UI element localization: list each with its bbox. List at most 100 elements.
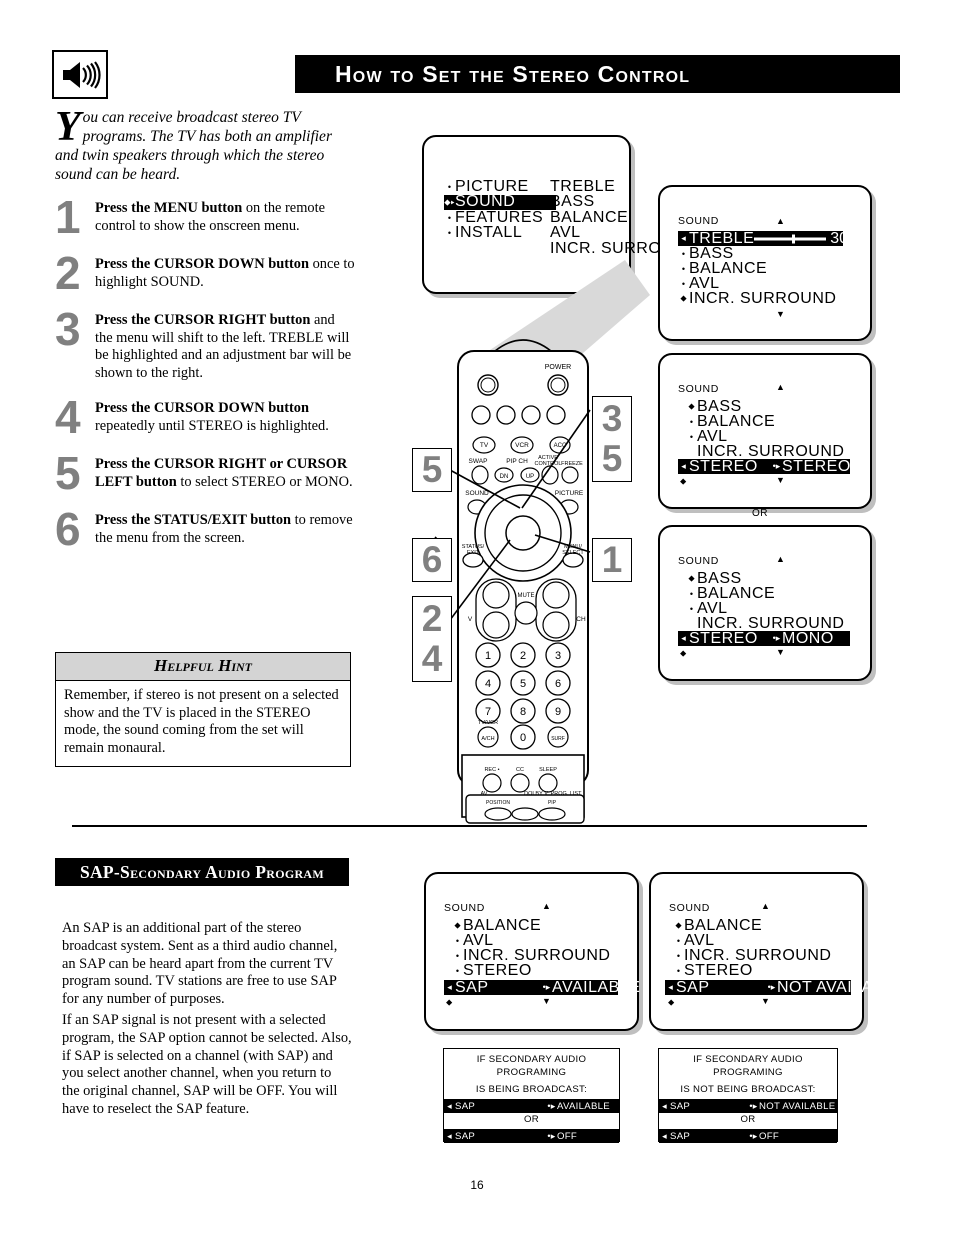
- remote-label-tv-vcr: TV/VCR: [478, 720, 498, 726]
- osd-screen-title: SOUND: [678, 383, 719, 395]
- note-row-off[interactable]: ◂ SAP •▸ OFF: [444, 1129, 619, 1143]
- callout-number: 6: [421, 539, 443, 580]
- note-line-1: IF SECONDARY AUDIO PROGRAMING: [693, 1054, 803, 1078]
- note-or-label: OR: [524, 1114, 539, 1125]
- steps-list: 1 Press the MENU button on the remote co…: [55, 194, 355, 564]
- osd-screen-title: SOUND: [669, 902, 710, 914]
- section-divider: [72, 825, 867, 827]
- osd-item[interactable]: • FEATURES: [444, 209, 556, 226]
- osd-item[interactable]: ⬥ INCR. SURROUND: [678, 289, 860, 307]
- note-row-off[interactable]: ◂ SAP •▸ OFF: [659, 1129, 837, 1143]
- bullet-icon: ⬥: [668, 997, 675, 1007]
- note-line-2: IS NOT BEING BROADCAST:: [680, 1084, 816, 1095]
- osd-treble-screen: SOUND ▲ ◂ TREBLE 30 • BASS • BALANCE • A…: [658, 185, 872, 341]
- remote-key-0: 0: [520, 732, 526, 744]
- intro-dropcap: Y: [55, 104, 81, 150]
- bullet-icon: ⬥: [688, 573, 695, 583]
- bullet-icon: •: [676, 935, 681, 946]
- osd-item-highlighted[interactable]: ◂ SAP •▸ NOT AVAILABL: [665, 978, 894, 996]
- step-body: Press the CURSOR RIGHT button and the me…: [95, 308, 355, 382]
- remote-label-a-ch: A/CH: [481, 736, 494, 742]
- callout-1: 1: [592, 538, 632, 582]
- osd-screen-title: SOUND: [444, 902, 485, 914]
- osd-item-highlighted[interactable]: ◂ STEREO •▸ STEREO: [678, 457, 851, 475]
- bullet-icon: •: [676, 950, 681, 961]
- remote-key-7: 7: [485, 706, 491, 718]
- step-number: 2: [55, 247, 81, 299]
- left-arrow-icon: ◂: [681, 633, 686, 643]
- osd-screen-title: SOUND: [678, 555, 719, 567]
- callout-number: 2: [421, 598, 443, 639]
- osd-item-label: SAP: [455, 978, 489, 996]
- note-row-not-available[interactable]: ◂ SAP •▸ NOT AVAILABLE: [659, 1099, 837, 1113]
- step-bold: Press the MENU button: [95, 200, 243, 216]
- note-line-2: IS BEING BROADCAST:: [475, 1084, 588, 1095]
- right-arrow-icon: •▸: [547, 1100, 556, 1111]
- callout-number: 4: [421, 638, 443, 679]
- bullet-icon: •: [447, 181, 452, 192]
- osd-item-value: STEREO: [782, 457, 851, 475]
- step-item: 2 Press the CURSOR DOWN button once to h…: [55, 247, 355, 299]
- page-number: 16: [470, 1178, 484, 1192]
- scroll-down-icon: ▼: [761, 996, 770, 1006]
- bullet-icon: ⬥: [454, 920, 461, 930]
- callout-5: 5: [412, 448, 452, 492]
- osd-item[interactable]: TREBLE: [550, 178, 660, 195]
- osd-item-label: INCR. SURROUND: [689, 289, 837, 307]
- remote-label-cc: CC: [516, 767, 524, 773]
- osd-item[interactable]: • INSTALL: [444, 224, 556, 241]
- bullet-icon: ⬥: [446, 997, 453, 1007]
- step-number: 6: [55, 503, 81, 555]
- osd-stereo-screen: SOUND ▲ ⬥ BASS • BALANCE • AVL INCR. SURROU…: [658, 353, 872, 509]
- step-bold: Press the STATUS/EXIT button: [95, 512, 292, 528]
- osd-item[interactable]: BALANCE: [550, 209, 660, 226]
- osd-item[interactable]: AVL: [550, 224, 660, 241]
- bullet-icon: ⬥: [675, 920, 682, 930]
- osd-item-label: STEREO: [463, 961, 532, 979]
- callout-6: 6: [412, 538, 452, 582]
- bullet-icon: •: [447, 228, 452, 239]
- osd-item-highlighted[interactable]: ⬥▸ SOUND: [444, 193, 556, 210]
- left-arrow-icon: ◂: [662, 1100, 667, 1111]
- osd-mono-screen: SOUND ▲ ⬥ BASS • BALANCE • AVL INCR. SURROU…: [658, 525, 872, 681]
- osd-item[interactable]: • STEREO: [673, 961, 852, 979]
- helpful-hint-body: Remember, if stereo is not present on a …: [64, 687, 339, 756]
- osd-item-highlighted[interactable]: ◂ STEREO •▸ MONO: [678, 630, 850, 647]
- step-bold: Press the CURSOR RIGHT button: [95, 312, 311, 328]
- remote-label-sleep: SLEEP: [539, 767, 557, 773]
- osd-item[interactable]: • PICTURE: [444, 178, 556, 195]
- step-bold: Press the CURSOR DOWN button: [95, 400, 310, 416]
- step-body: Press the STATUS/EXIT button to remove t…: [95, 508, 355, 550]
- note-row-available[interactable]: ◂ SAP •▸ AVAILABLE: [444, 1099, 619, 1113]
- osd-item[interactable]: BASS: [550, 193, 660, 210]
- sap-paragraph-1: An SAP is an additional part of the ster…: [62, 920, 338, 1008]
- osd-item-value: AVAILABLE: [552, 978, 641, 996]
- remote-key-9: 9: [555, 706, 561, 718]
- step-item: 3 Press the CURSOR RIGHT button and the …: [55, 306, 355, 382]
- osd-item[interactable]: • STEREO: [452, 961, 627, 979]
- page-header-bar: How to Set the Stereo Control: [295, 55, 900, 93]
- sap-paragraph-2: If an SAP signal is not present with a s…: [62, 1012, 352, 1117]
- left-arrow-icon: ◂: [668, 982, 673, 992]
- right-arrow-icon: •▸: [772, 461, 781, 471]
- step-item: 6 Press the STATUS/EXIT button to remove…: [55, 503, 355, 555]
- osd-item-label: STEREO: [684, 961, 753, 979]
- or-label-stereo-mono: OR: [752, 508, 768, 519]
- osd-item-value: NOT AVAILABL: [777, 978, 894, 996]
- note-row-value: OFF: [759, 1130, 780, 1142]
- bullet-icon: [686, 619, 697, 629]
- note-row-value: NOT AVAILABLE: [759, 1100, 836, 1112]
- bullet-icon: •: [455, 935, 460, 946]
- scroll-up-icon: ▲: [542, 901, 551, 911]
- bullet-icon: ⬥: [680, 648, 687, 658]
- step-rest: to select STEREO or MONO.: [176, 473, 353, 490]
- right-arrow-icon: •▸: [749, 1130, 758, 1141]
- sap-section-header: SAP-Secondary Audio Program: [55, 858, 349, 886]
- step-number: 4: [55, 391, 81, 443]
- step-number: 5: [55, 447, 81, 499]
- bullet-icon: •: [689, 588, 694, 599]
- osd-item-highlighted[interactable]: ◂ SAP •▸ AVAILABLE: [444, 978, 641, 996]
- scroll-down-icon: ▼: [542, 996, 551, 1006]
- scroll-down-icon: ▼: [776, 647, 785, 657]
- treble-bar-graphic[interactable]: [754, 234, 827, 244]
